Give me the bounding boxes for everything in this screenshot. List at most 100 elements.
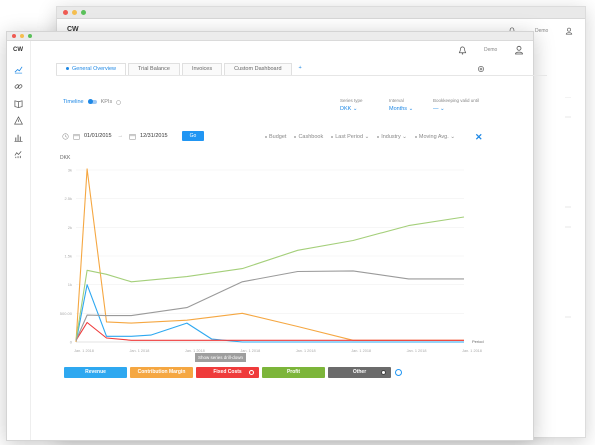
filter-bullet <box>294 135 297 138</box>
close-dot-icon[interactable] <box>63 10 68 15</box>
bar-chart-icon[interactable] <box>14 133 23 142</box>
series-line-contribution-margin <box>75 168 464 343</box>
tab-divider <box>56 75 547 76</box>
filter-label: Cashbook <box>298 134 324 140</box>
filter-bullet <box>331 135 334 138</box>
chart-filters: Budget Cashbook Last Period ⌄ Industry ⌄… <box>265 134 455 140</box>
legend-settings-icon[interactable] <box>395 369 402 376</box>
line-chart: DKK 0 500.00 1k 1.5k 2k 2.5k 3k Jan. 1 2018 Jan. … <box>60 155 484 353</box>
date-to-input[interactable]: 12/31/2015 <box>140 133 168 139</box>
minimize-dot-icon[interactable] <box>72 10 77 15</box>
bookkeeping-select[interactable]: Bookkeeping valid until — ⌄ <box>433 98 479 112</box>
maximize-dot-icon[interactable] <box>28 34 32 38</box>
maximize-dot-icon[interactable] <box>81 10 86 15</box>
chevron-down-icon: ⌄ <box>450 134 455 140</box>
calendar-icon[interactable] <box>129 133 136 140</box>
gear-icon[interactable] <box>477 65 485 73</box>
book-icon[interactable] <box>14 99 23 108</box>
y-tick-label: 1k <box>68 282 72 287</box>
user-name[interactable]: Demo <box>484 47 497 53</box>
trend-icon[interactable] <box>14 65 23 74</box>
x-axis-label: Period <box>472 339 484 344</box>
legend-label: Other <box>352 369 367 375</box>
chevron-down-icon: ⌄ <box>408 106 414 112</box>
tab-label: General Overview <box>72 66 117 72</box>
link-icon[interactable] <box>14 82 23 91</box>
filter-moving-avg[interactable]: Moving Avg. ⌄ <box>414 134 455 140</box>
user-icon[interactable] <box>565 27 573 35</box>
tab-label: Invoices <box>191 66 213 72</box>
legend-fixed-costs-button[interactable]: Fixed Costs <box>196 367 259 378</box>
legend-label: Fixed Costs <box>213 369 242 375</box>
bookkeeping-value: — <box>433 106 439 112</box>
filter-label: Moving Avg. <box>418 134 449 140</box>
user-name[interactable]: Demo <box>535 28 548 34</box>
date-from-input[interactable]: 01/01/2015 <box>84 133 112 139</box>
calendar-icon[interactable] <box>73 133 80 140</box>
active-tab-indicator <box>66 67 69 71</box>
y-tick-label: 2.5k <box>64 196 72 201</box>
x-tick-label: Jan. 1 2018 <box>351 349 371 353</box>
date-range: 01/01/2015 → 12/31/2015 Go <box>62 131 205 141</box>
close-dot-icon[interactable] <box>12 34 16 38</box>
filter-cashbook[interactable]: Cashbook <box>294 134 323 140</box>
filter-label: Industry <box>381 134 401 140</box>
tab-invoices[interactable]: Invoices <box>181 63 223 75</box>
header: Demo <box>31 41 533 63</box>
kpis-label[interactable]: KPIs <box>101 99 113 105</box>
close-icon[interactable]: ✕ <box>475 133 483 142</box>
tab-general-overview[interactable]: General Overview <box>56 63 127 75</box>
y-tick-label: 1.5k <box>64 254 72 259</box>
user-icon[interactable] <box>514 45 524 55</box>
y-tick-label: 3k <box>68 168 72 173</box>
bookkeeping-label: Bookkeeping valid until <box>433 98 480 103</box>
x-tick-label: Jan. 1 2018 <box>407 349 427 353</box>
legend-contribution-margin-button[interactable]: Contribution Margin <box>130 367 193 378</box>
timeline-label[interactable]: Timeline <box>63 99 84 105</box>
info-icon[interactable] <box>116 99 121 105</box>
sidebar: CW <box>7 41 31 440</box>
drilldown-circle-icon[interactable] <box>249 370 254 375</box>
analytics-icon[interactable] <box>14 150 23 159</box>
legend-revenue-button[interactable]: Revenue <box>64 367 127 378</box>
chevron-down-icon: ⌄ <box>402 134 407 140</box>
y-axis-label: DKK <box>60 155 71 161</box>
window-controls <box>63 10 86 15</box>
drilldown-tooltip: Show series drill-down <box>195 353 247 362</box>
add-tab-button[interactable]: + <box>294 63 307 75</box>
tab-bar: General Overview Trial Balance Invoices … <box>56 63 309 75</box>
legend-other-button[interactable]: Other <box>328 367 391 378</box>
tab-label: Trial Balance <box>138 66 170 72</box>
tab-custom-dashboard[interactable]: Custom Dashboard <box>224 63 292 75</box>
arrow-right-icon: → <box>117 133 124 139</box>
chevron-down-icon: ⌄ <box>364 134 370 140</box>
app-logo: CW <box>13 47 23 53</box>
series-type-value: DKK <box>340 106 352 112</box>
timeline-kpi-switch[interactable] <box>87 99 97 104</box>
filter-budget[interactable]: Budget <box>265 134 286 140</box>
series-type-label: Series type <box>340 98 363 103</box>
legend-profit-button[interactable]: Profit <box>262 367 325 378</box>
bell-icon[interactable] <box>458 46 467 55</box>
titlebar <box>7 32 533 41</box>
window-controls <box>12 34 32 38</box>
interval-value-row: Months ⌄ <box>389 106 413 112</box>
warning-icon[interactable] <box>14 116 23 125</box>
go-button[interactable]: Go <box>181 131 205 141</box>
chevron-down-icon: ⌄ <box>440 106 445 112</box>
filter-last-period[interactable]: Last Period ⌄ <box>331 134 369 140</box>
interval-select[interactable]: Interval Months ⌄ <box>389 98 413 112</box>
series-legend: Revenue Contribution Margin Fixed Costs Pro… <box>64 367 402 378</box>
series-type-select[interactable]: Series type DKK ⌄ <box>340 98 363 112</box>
x-tick-label: Jan. 1 2018 <box>74 349 94 353</box>
filter-bullet <box>377 135 380 138</box>
x-tick-label: Jan. 1 2018 <box>129 349 149 353</box>
legend-label: Profit <box>286 369 301 375</box>
background-titlebar <box>57 7 585 19</box>
filter-industry[interactable]: Industry ⌄ <box>377 134 407 140</box>
minimize-dot-icon[interactable] <box>20 34 24 38</box>
tab-label: Custom Dashboard <box>234 66 282 72</box>
x-tick-label: Jan. 1 2018 <box>462 349 482 353</box>
tab-trial-balance[interactable]: Trial Balance <box>128 63 180 75</box>
drilldown-circle-icon[interactable] <box>381 370 386 375</box>
